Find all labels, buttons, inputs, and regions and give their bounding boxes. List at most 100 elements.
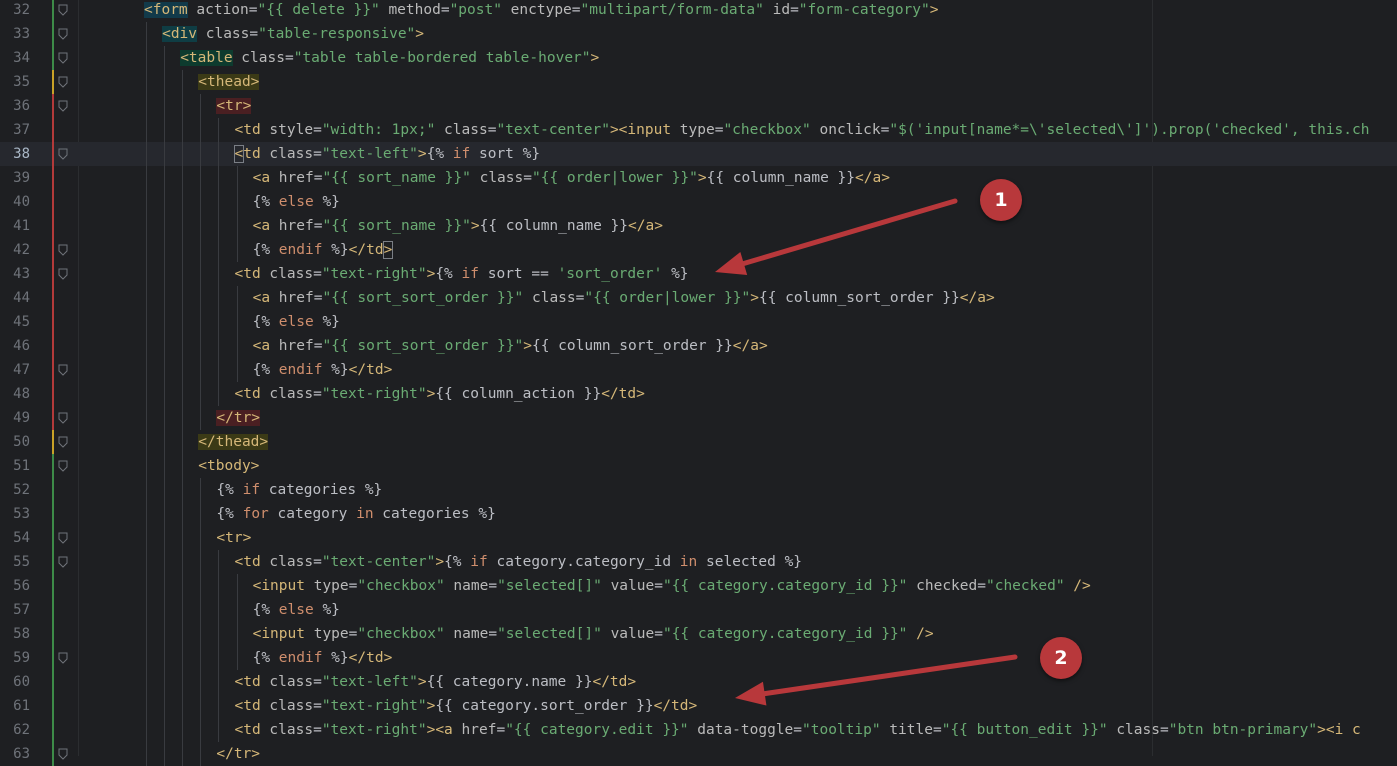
token-tpl: {% (216, 482, 243, 498)
token-tpl: {% (426, 146, 453, 162)
code-line[interactable]: 52 {% if categories %} (0, 478, 1397, 502)
indent-guide (236, 310, 238, 334)
token-attr: name (444, 626, 489, 642)
token-attr: class (260, 722, 314, 738)
fold-marker-icon[interactable] (58, 364, 68, 376)
fold-marker-icon[interactable] (58, 412, 68, 424)
line-number: 52 (13, 482, 30, 498)
indent-guide (146, 238, 147, 262)
token-attr: class (260, 386, 314, 402)
token-attr: class (260, 266, 314, 282)
code-line[interactable]: 39 <a href="{{ sort_name }}" class="{{ or… (0, 166, 1397, 190)
code-text: <td class="text-center">{% if category.c… (235, 550, 803, 574)
code-text: <a href="{{ sort_name }}">{{ column_name… (253, 214, 663, 238)
fold-marker-icon[interactable] (58, 556, 68, 568)
code-line[interactable]: 47 {% endif %}</td> (0, 358, 1397, 382)
code-line[interactable]: 57 {% else %} (0, 598, 1397, 622)
code-line[interactable]: 60 <td class="text-left">{{ category.name… (0, 670, 1397, 694)
code-line[interactable]: 59 {% endif %}</td> (0, 646, 1397, 670)
code-line[interactable]: 45 {% else %} (0, 310, 1397, 334)
code-line[interactable]: 49 </tr> (0, 406, 1397, 430)
indent-guide (164, 550, 166, 574)
indent-guide (182, 622, 184, 646)
token-attr: style (260, 122, 314, 138)
token-tag: > (750, 290, 759, 306)
code-line[interactable]: 61 <td class="text-right">{{ category.sor… (0, 694, 1397, 718)
line-number: 63 (13, 746, 30, 762)
code-line[interactable]: 32 <form action="{{ delete }}" method="po… (0, 0, 1397, 22)
indent-guide (146, 670, 147, 694)
token-attr: name (444, 578, 489, 594)
fold-marker-icon[interactable] (58, 748, 68, 760)
indent-guide (182, 526, 184, 550)
code-line[interactable]: 37 <td style="width: 1px;" class="text-ce… (0, 118, 1397, 142)
token-tpl: %} (313, 314, 340, 330)
code-line[interactable]: 38 <td class="text-left">{% if sort %} (0, 142, 1397, 166)
token-tag: <div (162, 26, 198, 42)
indent-guide (164, 70, 166, 94)
fold-marker-icon[interactable] (58, 100, 68, 112)
code-line[interactable]: 36 <tr> (0, 94, 1397, 118)
indent-guide (146, 550, 147, 574)
code-line[interactable]: 46 <a href="{{ sort_sort_order }}">{{ col… (0, 334, 1397, 358)
fold-marker-icon[interactable] (58, 52, 68, 64)
code-line[interactable]: 63 </tr> (0, 742, 1397, 766)
code-line[interactable]: 56 <input type="checkbox" name="selected[… (0, 574, 1397, 598)
token-str: "checked" (985, 578, 1065, 594)
vcs-change-marker (52, 742, 54, 766)
code-line[interactable]: 42 {% endif %}</td> (0, 238, 1397, 262)
token-attr: href (270, 290, 314, 306)
token-tpl: {% (216, 506, 243, 522)
code-text: <div class="table-responsive"> (162, 22, 424, 46)
token-kw: in (356, 506, 374, 522)
code-line[interactable]: 43 <td class="text-right">{% if sort == '… (0, 262, 1397, 286)
indent-guide (182, 214, 184, 238)
fold-marker-icon[interactable] (58, 436, 68, 448)
line-number: 35 (13, 74, 30, 90)
code-text: <td class="text-left">{{ category.name }… (235, 670, 637, 694)
indent-guide (200, 142, 202, 166)
fold-marker-icon[interactable] (58, 244, 68, 256)
token-kw: endif (278, 650, 323, 666)
fold-marker-icon[interactable] (58, 460, 68, 472)
code-line[interactable]: 48 <td class="text-right">{{ column_actio… (0, 382, 1397, 406)
token-eq: = (523, 170, 532, 186)
fold-marker-icon[interactable] (58, 268, 68, 280)
code-editor[interactable]: 32 <form action="{{ delete }}" method="po… (0, 0, 1397, 766)
token-tag: > (415, 26, 425, 42)
code-line[interactable]: 34 <table class="table table-bordered tab… (0, 46, 1397, 70)
indent-guide (218, 310, 220, 334)
token-kw: if (470, 554, 488, 570)
code-line[interactable]: 58 <input type="checkbox" name="selected[… (0, 622, 1397, 646)
indent-guide (146, 94, 147, 118)
indent-guide (218, 334, 220, 358)
token-tag: </tr> (216, 746, 261, 762)
fold-marker-icon[interactable] (58, 532, 68, 544)
indent-guide (182, 550, 184, 574)
vcs-change-marker (52, 382, 54, 406)
token-tag: <td (234, 674, 261, 690)
code-line[interactable]: 44 <a href="{{ sort_sort_order }}" class=… (0, 286, 1397, 310)
token-attr: class (260, 554, 314, 570)
code-line[interactable]: 33 <div class="table-responsive"> (0, 22, 1397, 46)
code-line[interactable]: 51 <tbody> (0, 454, 1397, 478)
fold-marker-icon[interactable] (58, 76, 68, 88)
code-line[interactable]: 40 {% else %} (0, 190, 1397, 214)
token-tag: <table (180, 50, 233, 66)
fold-marker-icon[interactable] (58, 28, 68, 40)
fold-marker-icon[interactable] (58, 4, 68, 16)
code-line[interactable]: 54 <tr> (0, 526, 1397, 550)
code-line[interactable]: 50 </thead> (0, 430, 1397, 454)
token-str: "text-left" (321, 146, 418, 162)
fold-marker-icon[interactable] (58, 148, 68, 160)
indent-guide (164, 142, 166, 166)
code-line[interactable]: 41 <a href="{{ sort_name }}">{{ column_na… (0, 214, 1397, 238)
indent-guide (146, 598, 147, 622)
code-line[interactable]: 62 <td class="text-right"><a href="{{ cat… (0, 718, 1397, 742)
token-str: "{{ button_edit }}" (941, 722, 1108, 738)
code-line[interactable]: 55 <td class="text-center">{% if category… (0, 550, 1397, 574)
code-line[interactable]: 35 <thead> (0, 70, 1397, 94)
code-line[interactable]: 53 {% for category in categories %} (0, 502, 1397, 526)
fold-marker-icon[interactable] (58, 652, 68, 664)
token-attr: method (379, 2, 441, 18)
